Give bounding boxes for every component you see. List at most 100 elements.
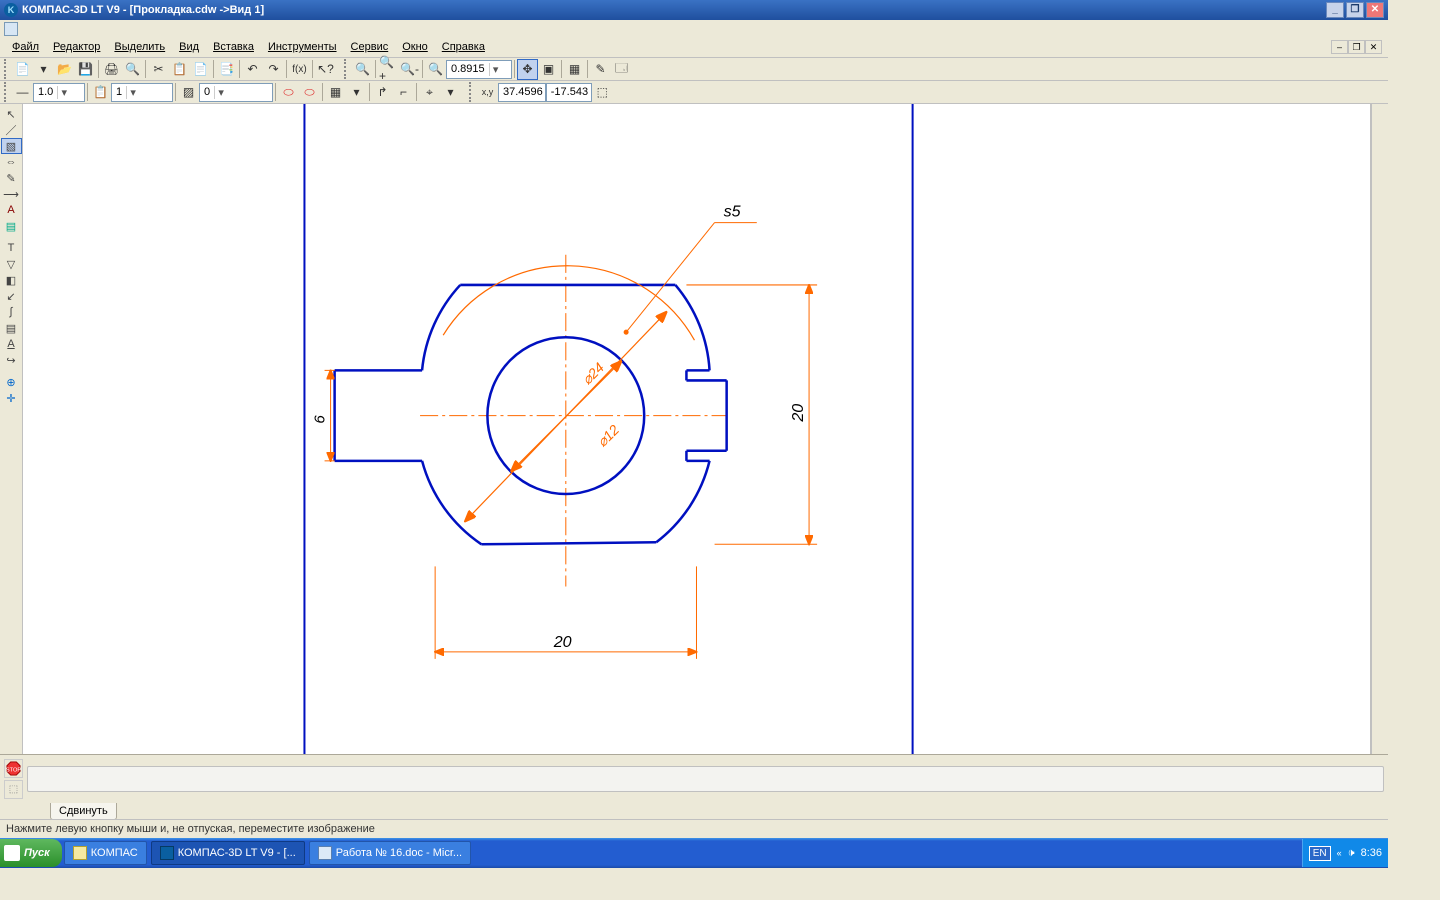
tool-text[interactable]: A <box>1 202 22 218</box>
vertical-scrollbar[interactable] <box>1371 104 1388 754</box>
coord-y[interactable]: -17.543 <box>546 83 592 102</box>
task-kompas-app[interactable]: КОМПАС-3D LT V9 - [... <box>151 841 305 865</box>
taskbar: Пуск КОМПАС КОМПАС-3D LT V9 - [... Работ… <box>0 838 1388 868</box>
coord-mode-button[interactable]: ⬚ <box>592 82 613 103</box>
language-indicator[interactable]: EN <box>1309 846 1331 861</box>
tool-dim[interactable]: ⇔ <box>1 154 22 170</box>
menu-help[interactable]: Справка <box>436 39 491 55</box>
tool-origin[interactable]: ✛ <box>1 390 22 406</box>
zoom-fit-button[interactable]: ▣ <box>538 59 559 80</box>
refresh-button[interactable]: 🗔 <box>611 59 632 80</box>
tool-datum[interactable]: A <box>1 336 22 352</box>
magnet-on-icon[interactable]: ⬭ <box>278 82 299 103</box>
preview-button[interactable]: 🔍 <box>122 59 143 80</box>
tool-hatch[interactable]: ▤ <box>1 218 22 234</box>
line-combo[interactable]: 0 ▾ <box>199 83 273 102</box>
new-button[interactable]: 📄 <box>12 59 33 80</box>
zoom-combo[interactable]: 0.8915 ▾ <box>446 60 512 79</box>
grip[interactable] <box>4 82 10 102</box>
mdi-close[interactable]: ✕ <box>1365 40 1382 54</box>
drawing-canvas[interactable]: ⌀24 ⌀12 s5 20 20 <box>23 104 1371 754</box>
ucs-dd[interactable]: ▾ <box>440 82 461 103</box>
dim-right: 20 <box>789 404 807 423</box>
linestyle-icon[interactable]: — <box>12 82 33 103</box>
task-folder-kompas[interactable]: КОМПАС <box>64 841 147 865</box>
ucs-button[interactable]: ⌖ <box>419 82 440 103</box>
mdi-minimize[interactable]: – <box>1331 40 1348 54</box>
menu-insert[interactable]: Вставка <box>207 39 260 55</box>
tool-base[interactable]: ◧ <box>1 272 22 288</box>
save-button[interactable]: 💾 <box>75 59 96 80</box>
zoom-all-button[interactable]: ▦ <box>564 59 585 80</box>
copy-button[interactable]: 📋 <box>169 59 190 80</box>
zoom-out-button[interactable]: 🔍- <box>399 59 420 80</box>
menu-select[interactable]: Выделить <box>108 39 171 55</box>
menu-edit[interactable]: Редактор <box>47 39 106 55</box>
pan-button[interactable]: ✥ <box>517 59 538 80</box>
tab-move[interactable]: Сдвинуть <box>50 803 117 820</box>
tool-table[interactable]: ▤ <box>1 320 22 336</box>
new-dropdown[interactable]: ▾ <box>33 59 54 80</box>
ortho2-button[interactable]: ⌐ <box>393 82 414 103</box>
zoom-in-button[interactable]: 🔍+ <box>378 59 399 80</box>
hatch-icon[interactable]: ▨ <box>178 82 199 103</box>
grip[interactable] <box>4 59 10 79</box>
tool-edit[interactable]: ✎ <box>1 170 22 186</box>
undo-button[interactable]: ↶ <box>242 59 263 80</box>
tool-view3d[interactable]: ⊕ <box>1 374 22 390</box>
task-word-doc[interactable]: Работа № 16.doc - Micr... <box>309 841 471 865</box>
command-input[interactable] <box>27 766 1384 792</box>
layer-icon[interactable]: 📋 <box>90 82 111 103</box>
fx-button[interactable]: f(x) <box>289 59 310 80</box>
redraw-button[interactable]: ✎ <box>590 59 611 80</box>
tool-geometry[interactable]: ▧ <box>1 138 22 154</box>
help-cursor-button[interactable]: ↖? <box>315 59 336 80</box>
tool-symbol[interactable]: ⟶ <box>1 186 22 202</box>
tool-leader[interactable]: ↙ <box>1 288 22 304</box>
drawing-svg: ⌀24 ⌀12 s5 20 20 <box>23 104 1370 754</box>
tool-text2[interactable]: T <box>1 240 22 256</box>
menu-service[interactable]: Сервис <box>345 39 395 55</box>
minimize-button[interactable]: _ <box>1326 2 1344 18</box>
apply-button[interactable]: ⬚ <box>4 780 23 799</box>
zoom-scale-button[interactable]: 🔍 <box>425 59 446 80</box>
ortho-button[interactable]: ↱ <box>372 82 393 103</box>
start-button[interactable]: Пуск <box>0 839 62 867</box>
line-value: 0 <box>204 86 210 98</box>
tool-arrow[interactable]: ↪ <box>1 352 22 368</box>
close-button[interactable]: ✕ <box>1366 2 1384 18</box>
bottom-panel: STOP ⬚ Сдвинуть <box>0 754 1388 819</box>
linestyle-value: 1.0 <box>38 86 53 98</box>
menubar: Файл Редактор Выделить Вид Вставка Инстр… <box>0 37 1388 58</box>
maximize-button[interactable]: ❐ <box>1346 2 1364 18</box>
open-button[interactable]: 📂 <box>54 59 75 80</box>
menu-file[interactable]: Файл <box>6 39 45 55</box>
zoom-window-button[interactable]: 🔍 <box>352 59 373 80</box>
grid-dd[interactable]: ▾ <box>346 82 367 103</box>
magnet-off-icon[interactable]: ⬭ <box>299 82 320 103</box>
tray-chevrons-icon[interactable]: « <box>1337 848 1342 858</box>
tool-spline[interactable]: ∫ <box>1 304 22 320</box>
tray-volume-icon[interactable]: 🕩 <box>1348 847 1355 860</box>
linestyle-combo[interactable]: 1.0 ▾ <box>33 83 85 102</box>
grip[interactable] <box>469 82 475 102</box>
props-button[interactable]: 📑 <box>216 59 237 80</box>
paste-button[interactable]: 📄 <box>190 59 211 80</box>
tool-select[interactable]: ↖ <box>1 106 22 122</box>
menu-window[interactable]: Окно <box>396 39 434 55</box>
menu-view[interactable]: Вид <box>173 39 205 55</box>
mdi-restore[interactable]: ❐ <box>1348 40 1365 54</box>
grip[interactable] <box>344 59 350 79</box>
coord-x[interactable]: 37.4596 <box>498 83 546 102</box>
toolbar-standard: 📄 ▾ 📂 💾 🖨 🔍 ✂ 📋 📄 📑 ↶ ↷ f(x) ↖? 🔍 🔍+ 🔍- … <box>0 58 1388 81</box>
redo-button[interactable]: ↷ <box>263 59 284 80</box>
menu-tools[interactable]: Инструменты <box>262 39 343 55</box>
folder-icon <box>73 846 87 860</box>
cut-button[interactable]: ✂ <box>148 59 169 80</box>
stop-button[interactable]: STOP <box>4 759 23 778</box>
print-button[interactable]: 🖨 <box>101 59 122 80</box>
layer-combo[interactable]: 1 ▾ <box>111 83 173 102</box>
grid-button[interactable]: ▦ <box>325 82 346 103</box>
tool-roughness[interactable]: ▽ <box>1 256 22 272</box>
tool-line[interactable]: ／ <box>1 122 22 138</box>
